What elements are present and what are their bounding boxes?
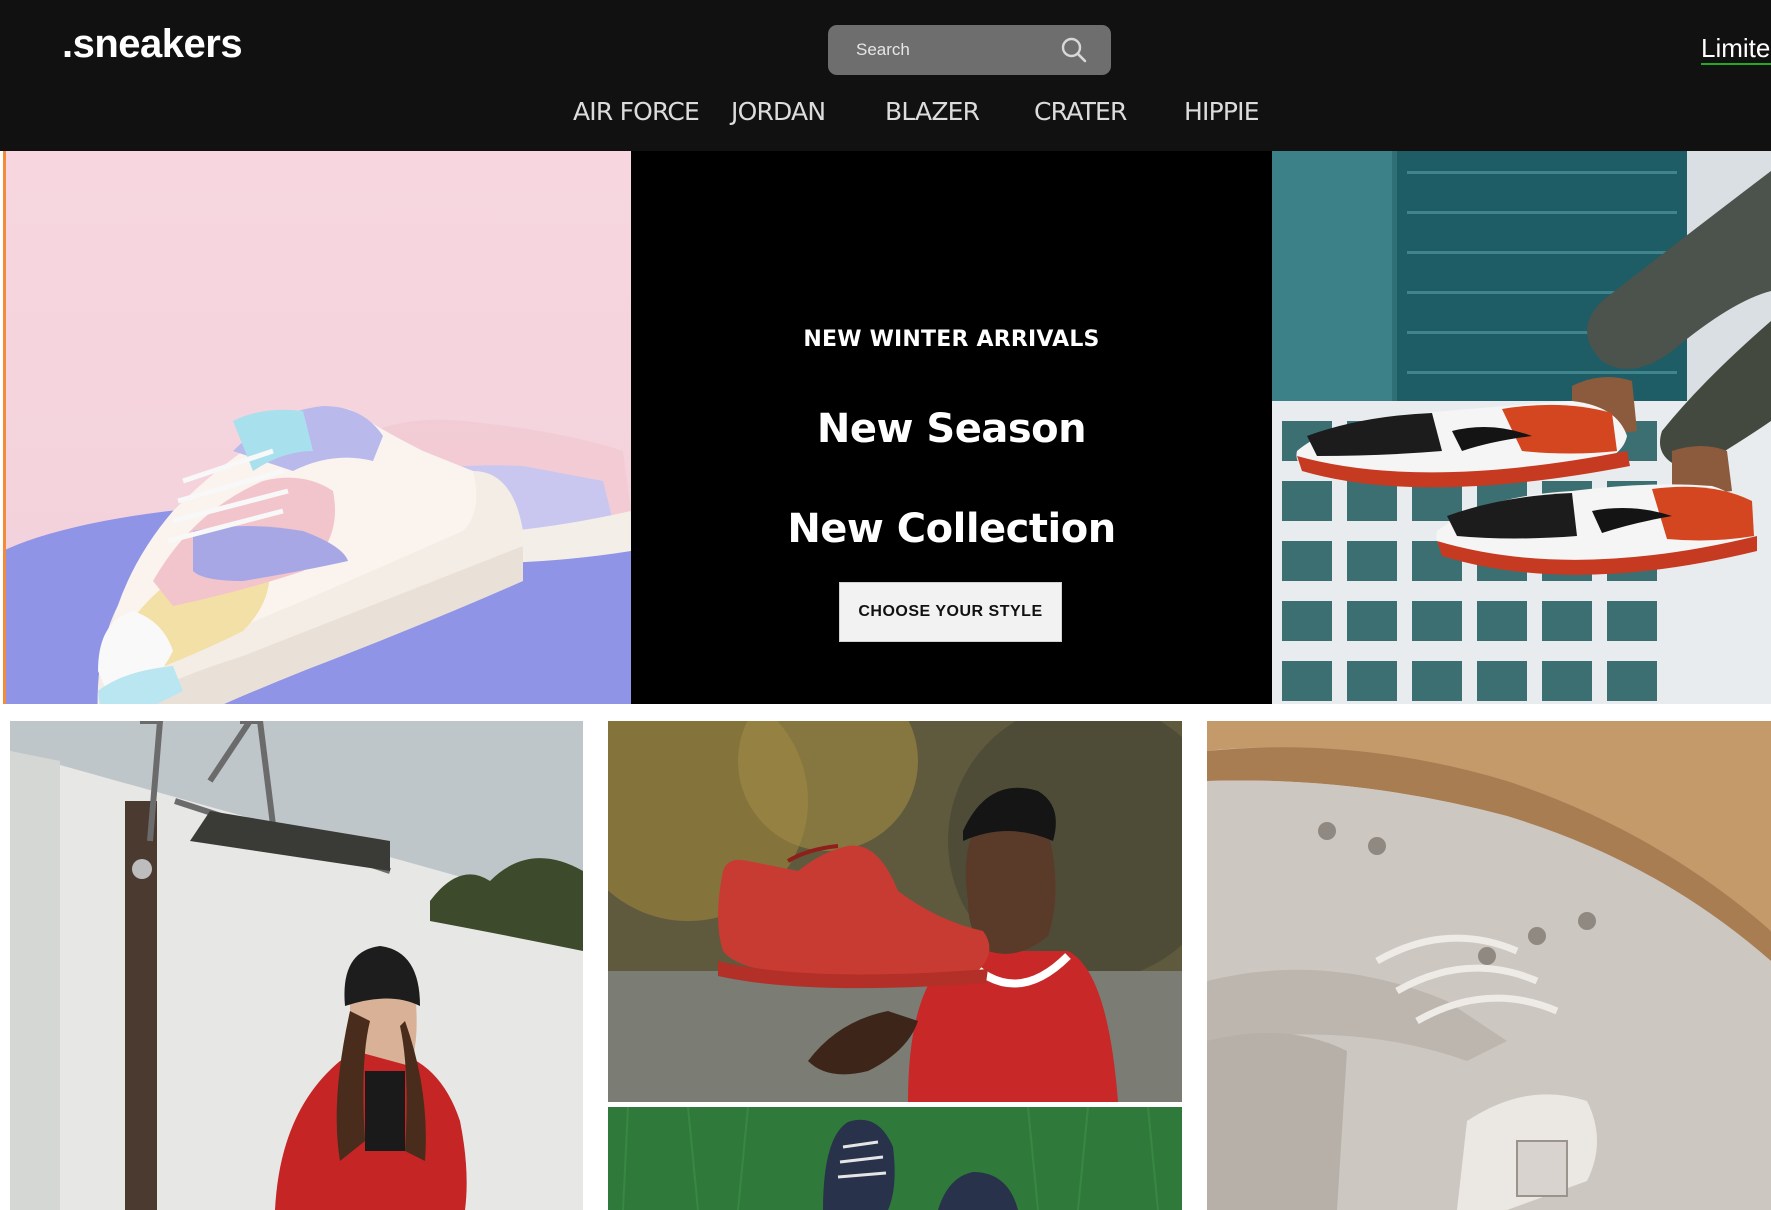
building-sneakers-illustration (1272, 151, 1771, 704)
search-input[interactable] (828, 25, 1058, 75)
grass-sneakers-illustration (608, 1107, 1182, 1210)
search-icon[interactable] (1060, 36, 1088, 64)
gallery-image-red-blazer[interactable] (608, 721, 1182, 1102)
hero-image-jordan-sneakers (1272, 151, 1771, 704)
nav-item-blazer[interactable]: BLAZER (885, 97, 1034, 129)
gallery-image-grey-air-force[interactable] (1207, 721, 1771, 1210)
hero-section: NEW WINTER ARRIVALS New Season New Colle… (0, 151, 1771, 704)
pastel-sneaker-illustration (97, 406, 631, 704)
site-logo[interactable]: .sneakers (62, 22, 243, 67)
hero-heading-line1: New Season (816, 406, 1087, 452)
choose-style-button[interactable]: CHOOSE YOUR STYLE (839, 582, 1062, 642)
category-nav: AIR FORCE JORDAN BLAZER CRATER HIPPIE (573, 97, 1264, 129)
site-header: .sneakers Limited AIR FORCE JORDAN BLAZE… (0, 0, 1771, 151)
gallery-image-woman-beanie[interactable] (10, 721, 583, 1210)
woman-beanie-illustration (10, 721, 583, 1210)
red-blazer-illustration (608, 721, 1182, 1102)
image-edge-strip (3, 151, 6, 704)
limited-link[interactable]: Limited (1701, 34, 1771, 65)
search-box[interactable] (828, 25, 1111, 75)
nav-item-jordan[interactable]: JORDAN (731, 97, 885, 129)
hero-subheading: NEW WINTER ARRIVALS (803, 327, 1100, 352)
hero-image-pastel-sneaker (3, 151, 631, 704)
hero-promo-panel: NEW WINTER ARRIVALS New Season New Colle… (631, 151, 1272, 704)
nav-item-air-force[interactable]: AIR FORCE (573, 97, 731, 129)
gallery-image-grass-sneakers[interactable] (608, 1107, 1182, 1210)
gallery-section (0, 704, 1771, 1210)
nav-item-hippie[interactable]: HIPPIE (1184, 97, 1264, 129)
grey-air-force-illustration (1207, 721, 1771, 1210)
nav-item-crater[interactable]: CRATER (1034, 97, 1184, 129)
hero-heading-line2: New Collection (787, 506, 1116, 552)
